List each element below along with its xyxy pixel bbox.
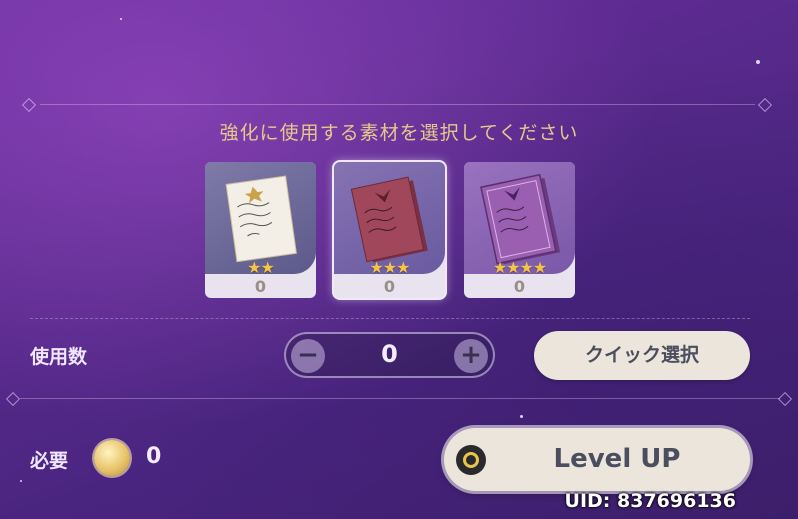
quick-select-button[interactable]: クイック選択 [534,331,750,380]
quantity-stepper[interactable]: − 0 + [284,332,495,378]
user-id: UID: 837696136 [564,490,736,512]
level-up-button[interactable]: Level UP [444,428,750,491]
material-count: 0 [513,277,526,296]
material-count: 0 [383,277,396,296]
rarity-stars: ★★★ [369,258,410,277]
material-card-3star[interactable]: ★★★ 0 [334,162,445,298]
cost-value: 0 [146,444,162,469]
material-card-4star[interactable]: ★★★★ 0 [464,162,575,298]
mora-coin-icon [94,440,130,476]
rarity-stars: ★★ [247,258,275,277]
divider-ornament [757,97,773,113]
cost-label: 必要 [30,450,69,472]
top-divider [40,104,755,105]
confirm-circle-icon [456,445,486,475]
material-card-2star[interactable]: ★★ 0 [205,162,316,298]
usage-label: 使用数 [30,346,88,368]
select-material-prompt: 強化に使用する素材を選択してください [219,122,579,144]
sparkle [20,480,22,482]
level-up-label: Level UP [553,444,681,474]
divider-ornament [21,97,37,113]
divider-ornament [777,391,793,407]
section-divider [30,318,750,320]
rarity-stars: ★★★★ [492,258,547,277]
material-count: 0 [254,277,267,296]
sparkle [756,60,760,64]
increment-button[interactable]: + [454,339,488,373]
lower-divider [20,398,780,399]
divider-ornament [5,391,21,407]
sparkle [520,415,523,418]
sparkle [120,18,122,20]
